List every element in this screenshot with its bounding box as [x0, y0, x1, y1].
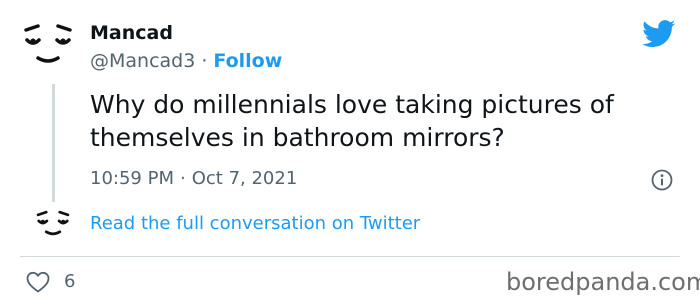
heart-icon[interactable]	[26, 271, 50, 293]
face-icon	[36, 210, 70, 236]
thread-line	[52, 84, 55, 202]
author-handle[interactable]: @Mancad3	[90, 50, 195, 72]
info-icon[interactable]	[651, 169, 673, 191]
author-handle-row: @Mancad3 · Follow	[90, 50, 282, 72]
divider	[20, 256, 680, 257]
separator-dot: ·	[201, 50, 208, 72]
tweet-timestamp[interactable]: 10:59 PM · Oct 7, 2021	[90, 168, 297, 189]
watermark: boredpanda.com	[506, 268, 700, 296]
separator-dot: ·	[179, 168, 186, 189]
twitter-bird-icon[interactable]	[642, 20, 676, 48]
tweet-text: Why do millennials love taking pictures …	[90, 90, 614, 152]
tweet-time: 10:59 PM	[90, 168, 174, 189]
tweet-date: Oct 7, 2021	[191, 168, 298, 189]
like-count: 6	[64, 271, 76, 292]
read-conversation-link[interactable]: Read the full conversation on Twitter	[90, 213, 420, 234]
face-icon[interactable]	[20, 20, 76, 68]
follow-button[interactable]: Follow	[213, 50, 282, 72]
author-name[interactable]: Mancad	[90, 22, 173, 44]
